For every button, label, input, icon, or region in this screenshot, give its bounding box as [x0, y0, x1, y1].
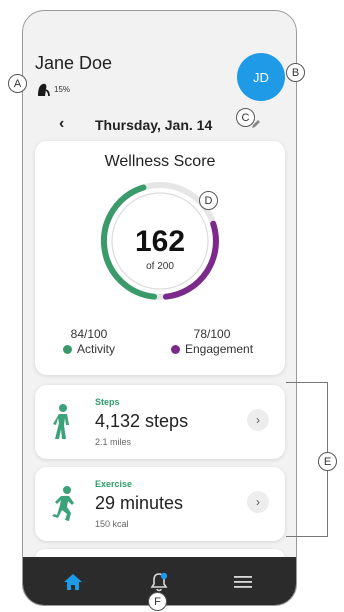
- wellness-score-card[interactable]: Wellness Score 162 of 200 84/100 Activit…: [35, 141, 285, 375]
- callout-a: A: [8, 74, 27, 93]
- avatar[interactable]: JD: [237, 53, 285, 101]
- chevron-right-icon[interactable]: ›: [247, 409, 269, 431]
- engagement-value: 78/100: [193, 327, 231, 341]
- callout-d: D: [199, 191, 218, 210]
- exercise-calories: 150 kcal: [95, 519, 129, 529]
- steps-category: Steps: [95, 397, 120, 407]
- menu-icon: [234, 576, 252, 588]
- previous-day-button[interactable]: ‹: [59, 115, 64, 133]
- engagement-label: Engagement: [185, 342, 254, 356]
- hearing-level: 15%: [54, 84, 71, 94]
- wellness-score-value: 162: [134, 225, 186, 258]
- exercise-category: Exercise: [95, 479, 133, 489]
- steps-distance: 2.1 miles: [95, 437, 132, 447]
- activity-value: 84/100: [70, 327, 108, 341]
- exercise-value: 29 minutes: [95, 493, 184, 513]
- engagement-dot: [171, 344, 180, 354]
- activity-label: Activity: [77, 342, 116, 356]
- phone-screen: Jane Doe 15% JD ‹ Thursday, Jan. 14 Well…: [22, 10, 297, 606]
- engagement-metric: 78/100 Engagement: [171, 327, 253, 356]
- date-navigator: ‹ Thursday, Jan. 14: [23, 115, 296, 137]
- activity-dot: [63, 344, 72, 354]
- chevron-right-icon[interactable]: ›: [247, 491, 269, 513]
- callout-e: E: [318, 452, 337, 471]
- nav-menu[interactable]: [213, 557, 273, 605]
- home-icon: [64, 574, 82, 590]
- callout-c: C: [236, 108, 255, 127]
- date-label: Thursday, Jan. 14: [95, 117, 213, 133]
- steps-value: 4,132 steps: [95, 411, 189, 431]
- running-person-icon: [52, 486, 74, 521]
- exercise-card[interactable]: Exercise 29 minutes 150 kcal ›: [35, 467, 285, 541]
- nav-home[interactable]: [43, 557, 103, 605]
- hearing-aid-icon: [38, 83, 50, 97]
- callout-b: B: [286, 63, 305, 82]
- steps-card[interactable]: Steps 4,132 steps 2.1 miles ›: [35, 385, 285, 459]
- wellness-score-title: Wellness Score: [104, 153, 216, 170]
- user-name: Jane Doe: [35, 53, 113, 73]
- notification-bell-icon: [150, 572, 168, 592]
- walking-person-icon: [53, 404, 69, 439]
- hearing-status[interactable]: 15%: [35, 81, 70, 97]
- wellness-score-total: of 200: [146, 261, 174, 272]
- activity-metric: 84/100 Activity: [63, 327, 115, 356]
- callout-f: F: [148, 592, 167, 611]
